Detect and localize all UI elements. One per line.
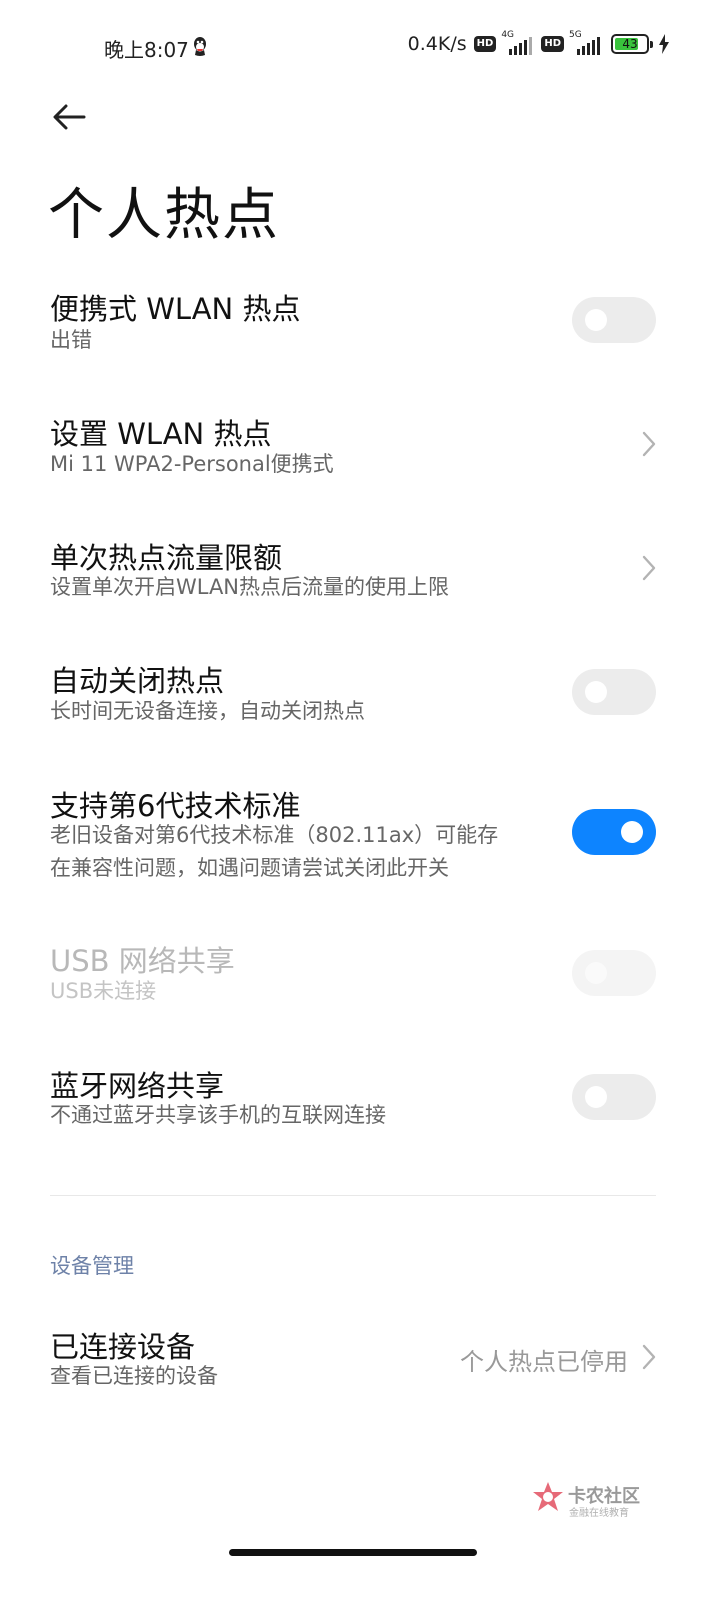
status-bar: 晚上8:07 0.4K/s HD 4G HD 5G 43 (0, 0, 720, 96)
wifi6-subtitle-line2: 在兼容性问题，如遇问题请尝试关闭此开关 (50, 856, 449, 880)
chevron-right-icon (642, 431, 656, 457)
battery-icon: 43 (611, 34, 653, 54)
page-title: 个人热点 (48, 183, 280, 248)
wifi6-toggle[interactable] (572, 809, 656, 855)
usb-tethering-toggle (572, 950, 656, 996)
usb-tethering-row: USB 网络共享 USB未连接 (0, 925, 720, 1015)
section-divider (50, 1195, 656, 1196)
watermark-logo-icon (533, 1482, 563, 1511)
sim2-network-type: 5G (569, 30, 582, 40)
portable-hotspot-subtitle: 出错 (50, 328, 92, 352)
bluetooth-tethering-subtitle: 不通过蓝牙共享该手机的互联网连接 (50, 1103, 386, 1127)
chevron-right-icon (642, 555, 656, 581)
watermark: 卡农社区 金融在线教育 (530, 1480, 660, 1520)
qq-penguin-icon (194, 37, 206, 56)
status-right-group: 0.4K/s HD 4G HD 5G 43 (407, 30, 670, 55)
setup-hotspot-row[interactable]: 设置 WLAN 热点 Mi 11 WPA2-Personal便携式 (0, 395, 720, 495)
bluetooth-tethering-toggle[interactable] (572, 1074, 656, 1120)
back-button[interactable] (48, 96, 96, 144)
auto-close-toggle[interactable] (572, 669, 656, 715)
chevron-right-icon (642, 1344, 656, 1370)
watermark-subtitle: 金融在线教育 (569, 1508, 629, 1519)
setup-hotspot-subtitle: Mi 11 WPA2-Personal便携式 (50, 452, 334, 476)
data-limit-row[interactable]: 单次热点流量限额 设置单次开启WLAN热点后流量的使用上限 (0, 520, 720, 620)
section-header-device-management: 设备管理 (50, 1254, 134, 1278)
data-limit-subtitle: 设置单次开启WLAN热点后流量的使用上限 (50, 575, 450, 599)
connected-devices-row[interactable]: 已连接设备 查看已连接的设备 个人热点已停用 (0, 1310, 720, 1410)
wifi6-subtitle-line1: 老旧设备对第6代技术标准（802.11ax）可能存 (50, 823, 499, 847)
auto-close-subtitle: 长时间无设备连接，自动关闭热点 (50, 699, 365, 723)
hd-badge-1: HD (473, 36, 497, 52)
status-time: 晚上8:07 (104, 38, 189, 62)
portable-hotspot-row[interactable]: 便携式 WLAN 热点 出错 (0, 270, 720, 370)
screen: 晚上8:07 0.4K/s HD 4G HD 5G 43 个人热点 便携式 WL… (0, 0, 720, 1600)
portable-hotspot-title: 便携式 WLAN 热点 (50, 292, 301, 326)
charging-bolt-icon (659, 34, 669, 54)
signal-sim2-icon: 5G (569, 30, 600, 55)
signal-sim1-icon: 4G (501, 30, 533, 55)
home-indicator[interactable] (229, 1549, 477, 1556)
wifi6-row[interactable]: 支持第6代技术标准 老旧设备对第6代技术标准（802.11ax）可能存 在兼容性… (0, 770, 720, 890)
usb-tethering-subtitle: USB未连接 (50, 979, 157, 1003)
bluetooth-tethering-row[interactable]: 蓝牙网络共享 不通过蓝牙共享该手机的互联网连接 (0, 1050, 720, 1150)
sim1-network-type: 4G (501, 30, 515, 40)
hd-badge-2: HD (541, 36, 564, 52)
network-speed: 0.4K/s (407, 33, 467, 55)
auto-close-row[interactable]: 自动关闭热点 长时间无设备连接，自动关闭热点 (0, 645, 720, 745)
connected-devices-subtitle: 查看已连接的设备 (50, 1364, 218, 1388)
battery-level: 43 (622, 37, 638, 51)
arrow-left-icon (53, 104, 86, 130)
connected-devices-status: 个人热点已停用 (460, 1348, 628, 1376)
portable-hotspot-toggle[interactable] (572, 297, 656, 343)
